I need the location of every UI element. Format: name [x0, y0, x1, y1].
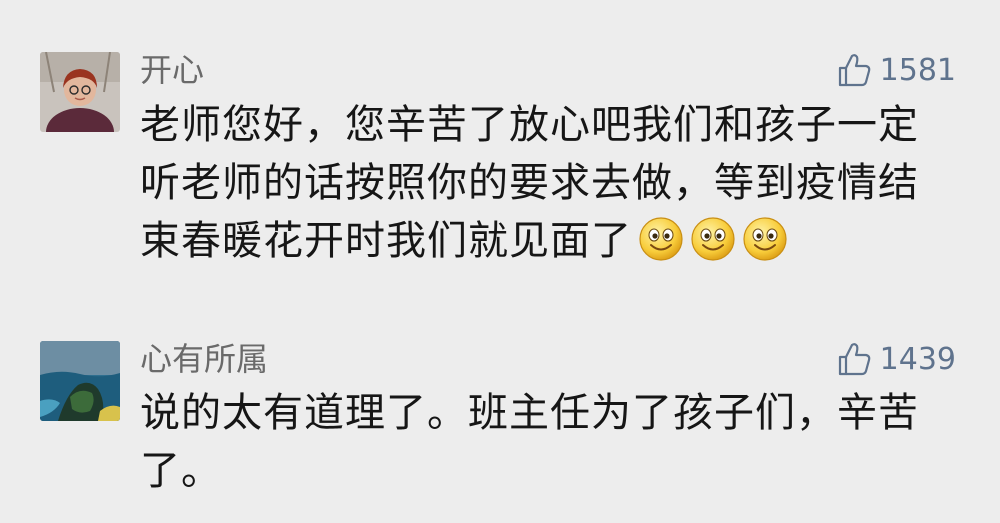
like-button[interactable]: 1439	[836, 339, 956, 379]
comment-text-line: 了。	[140, 448, 222, 494]
like-count: 1439	[879, 341, 956, 377]
avatar[interactable]	[40, 341, 120, 421]
username[interactable]: 心有所属	[140, 339, 268, 379]
comment-text-line: 说的太有道理了。班主任为了孩子们，辛苦	[140, 390, 919, 436]
landscape-photo-avatar-icon	[40, 341, 120, 421]
comment-text: 说的太有道理了。班主任为了孩子们，辛苦 了。	[140, 384, 940, 500]
comment-item: 心有所属 1439 说的太有道理了。班主任为了孩子们，辛苦 了。	[0, 0, 1000, 523]
thumbs-up-icon	[838, 343, 870, 376]
